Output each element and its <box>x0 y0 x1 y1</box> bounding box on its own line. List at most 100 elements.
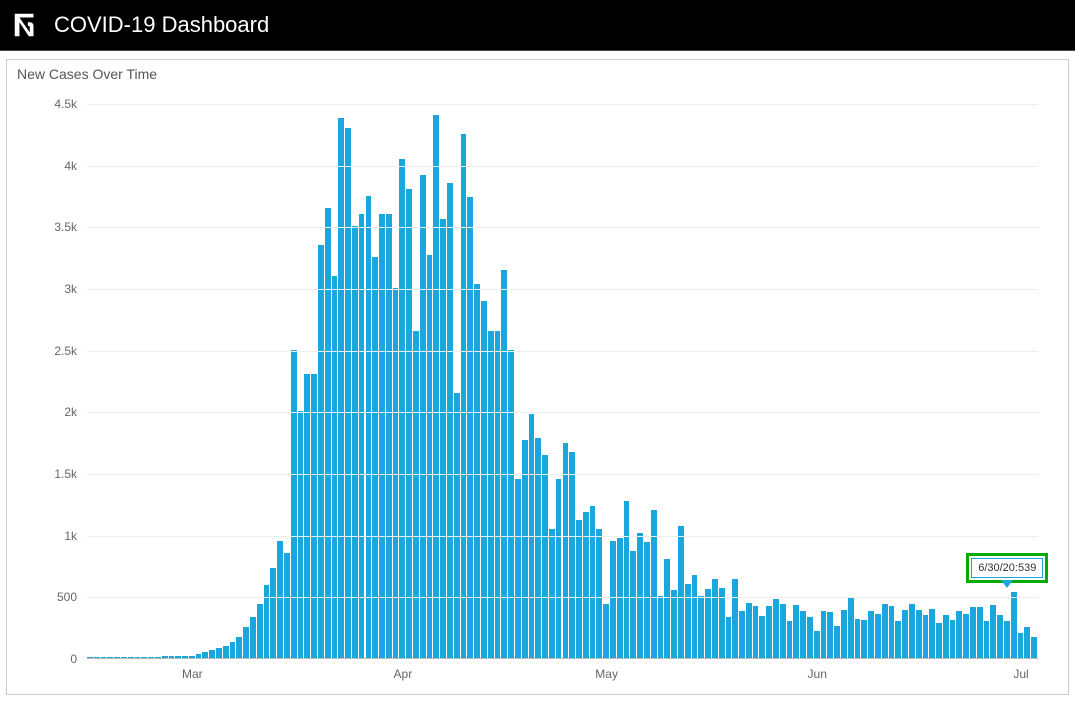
chart-bar[interactable] <box>135 657 141 658</box>
chart-bar[interactable] <box>984 621 990 658</box>
chart-bar[interactable] <box>87 657 93 658</box>
chart-bar[interactable] <box>155 657 161 658</box>
chart-bar[interactable] <box>366 196 372 659</box>
chart-bar[interactable] <box>956 611 962 658</box>
chart-bar[interactable] <box>895 621 901 658</box>
chart-bar[interactable] <box>624 501 630 658</box>
chart-bar[interactable] <box>454 393 460 658</box>
chart-bar[interactable] <box>216 648 222 658</box>
chart-bar[interactable] <box>169 656 175 658</box>
chart-bar[interactable] <box>997 615 1003 658</box>
chart-bar[interactable] <box>433 115 439 658</box>
chart-bar[interactable] <box>671 590 677 658</box>
chart-bar[interactable] <box>902 610 908 658</box>
chart-bar[interactable] <box>923 615 929 658</box>
chart-bar[interactable] <box>712 579 718 658</box>
chart-bar[interactable] <box>447 183 453 658</box>
chart-bar[interactable] <box>121 657 127 658</box>
chart-plot[interactable] <box>87 104 1038 659</box>
chart-bar[interactable] <box>264 585 270 658</box>
chart-bar[interactable] <box>637 533 643 658</box>
chart-bar[interactable] <box>467 197 473 658</box>
chart-bar[interactable] <box>970 607 976 658</box>
chart-bar[interactable] <box>413 331 419 658</box>
chart-bar[interactable] <box>549 529 555 659</box>
chart-bar[interactable] <box>345 128 351 658</box>
chart-bar[interactable] <box>909 604 915 658</box>
chart-bar[interactable] <box>746 603 752 659</box>
chart-bar[interactable] <box>257 604 263 658</box>
chart-bar[interactable] <box>977 607 983 658</box>
chart-bar[interactable] <box>780 604 786 658</box>
chart-bar[interactable] <box>936 623 942 658</box>
chart-bar[interactable] <box>379 214 385 658</box>
chart-bar[interactable] <box>800 611 806 658</box>
chart-bar[interactable] <box>162 656 168 658</box>
chart-bar[interactable] <box>332 276 338 658</box>
chart-bar[interactable] <box>325 208 331 658</box>
chart-bar[interactable] <box>508 350 514 658</box>
chart-bar[interactable] <box>766 606 772 658</box>
chart-bar[interactable] <box>651 510 657 658</box>
chart-bar[interactable] <box>338 118 344 658</box>
chart-bar[interactable] <box>318 245 324 658</box>
chart-bar[interactable] <box>868 611 874 658</box>
chart-bar[interactable] <box>209 650 215 658</box>
chart-bar[interactable] <box>440 219 446 658</box>
chart-bar[interactable] <box>963 614 969 658</box>
chart-bar[interactable] <box>739 611 745 658</box>
chart-bar[interactable] <box>861 620 867 658</box>
chart-bar[interactable] <box>821 611 827 658</box>
chart-bar[interactable] <box>291 350 297 658</box>
chart-bar[interactable] <box>277 541 283 658</box>
chart-bar[interactable] <box>488 331 494 658</box>
chart-bar[interactable] <box>1011 592 1017 658</box>
chart-bar[interactable] <box>556 479 562 658</box>
chart-bar[interactable] <box>223 646 229 658</box>
chart-bar[interactable] <box>461 134 467 658</box>
chart-bar[interactable] <box>759 616 765 658</box>
chart-bar[interactable] <box>236 637 242 658</box>
chart-bar[interactable] <box>481 301 487 658</box>
chart-bar[interactable] <box>250 617 256 658</box>
chart-bar[interactable] <box>630 551 636 658</box>
chart-bar[interactable] <box>1031 637 1037 658</box>
chart-bar[interactable] <box>420 175 426 658</box>
chart-bar[interactable] <box>101 657 107 658</box>
chart-bar[interactable] <box>542 455 548 659</box>
chart-bar[interactable] <box>141 657 147 658</box>
chart-bar[interactable] <box>270 568 276 658</box>
chart-bar[interactable] <box>107 657 113 658</box>
chart-area[interactable]: 05001k1.5k2k2.5k3k3.5k4k4.5k MarAprMayJu… <box>17 86 1058 681</box>
chart-bar[interactable] <box>610 541 616 658</box>
chart-bar[interactable] <box>848 598 854 658</box>
chart-bar[interactable] <box>692 575 698 658</box>
chart-bar[interactable] <box>814 631 820 658</box>
chart-bar[interactable] <box>243 627 249 658</box>
chart-bar[interactable] <box>950 620 956 658</box>
chart-bar[interactable] <box>1018 633 1024 658</box>
chart-bar[interactable] <box>399 159 405 659</box>
chart-bar[interactable] <box>875 614 881 658</box>
chart-bar[interactable] <box>698 596 704 658</box>
chart-bar[interactable] <box>474 284 480 658</box>
chart-bar[interactable] <box>359 214 365 658</box>
chart-bar[interactable] <box>284 553 290 658</box>
chart-bar[interactable] <box>603 604 609 658</box>
chart-bar[interactable] <box>148 657 154 658</box>
chart-bar[interactable] <box>664 559 670 658</box>
chart-bar[interactable] <box>658 596 664 658</box>
chart-bar[interactable] <box>576 520 582 658</box>
chart-bar[interactable] <box>678 526 684 658</box>
chart-bar[interactable] <box>753 606 759 658</box>
chart-bar[interactable] <box>175 656 181 658</box>
chart-bar[interactable] <box>889 606 895 658</box>
chart-bar[interactable] <box>563 443 569 658</box>
chart-bar[interactable] <box>827 612 833 658</box>
chart-bar[interactable] <box>705 589 711 658</box>
chart-bar[interactable] <box>202 652 208 658</box>
chart-bar[interactable] <box>94 657 100 658</box>
chart-bar[interactable] <box>230 642 236 658</box>
chart-bar[interactable] <box>882 604 888 658</box>
chart-bar[interactable] <box>352 226 358 658</box>
